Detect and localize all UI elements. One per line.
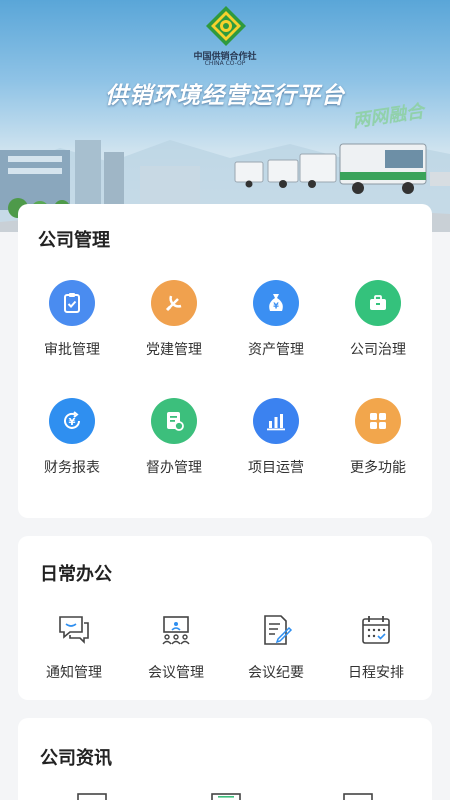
financial-reports-button[interactable]: ¥ 财务报表 (22, 398, 122, 477)
yuan-refresh-icon: ¥ (49, 398, 95, 444)
tile-label: 党建管理 (146, 342, 202, 358)
supervise-document-icon (151, 398, 197, 444)
project-operations-button[interactable]: 项目运营 (226, 398, 326, 477)
tile-label: 通知管理 (46, 665, 102, 681)
daily-office-card: 日常办公 通知管理 会议管理 会议纪要 日程安排 (18, 536, 432, 700)
money-bag-icon: ¥ (253, 280, 299, 326)
grid-more-icon (355, 398, 401, 444)
supervision-management-button[interactable]: 督办管理 (124, 398, 224, 477)
tile-label: 更多功能 (350, 460, 406, 476)
tile-label: 会议纪要 (248, 665, 304, 681)
tile-label: 资产管理 (248, 342, 304, 358)
more-functions-button[interactable]: 更多功能 (328, 398, 428, 477)
section-title: 公司资讯 (40, 748, 112, 769)
meeting-board-icon (162, 616, 190, 645)
tile-label: 项目运营 (248, 460, 304, 476)
tile-label: 督办管理 (146, 460, 202, 476)
news-item-icon[interactable] (74, 790, 110, 800)
company-management-card: 公司管理 审批管理 党建管理 ¥ 资产管理 公司治理 ¥ 财务报表 督办管理 项… (18, 204, 432, 518)
corporate-governance-button[interactable]: 公司治理 (328, 280, 428, 359)
tile-label: 日程安排 (348, 665, 404, 681)
svg-text:¥: ¥ (273, 302, 279, 311)
tile-label: 财务报表 (44, 460, 100, 476)
org-name-en: CHINA CO-OP (204, 60, 246, 67)
tile-label: 会议管理 (148, 665, 204, 681)
svg-text:¥: ¥ (69, 417, 76, 428)
header-banner: 中国供销合作社 CHINA CO-OP 供销环境经营运行平台 两网融合 (0, 0, 450, 232)
tile-label: 公司治理 (350, 342, 406, 358)
minutes-edit-icon (264, 615, 293, 645)
briefcase-icon (355, 280, 401, 326)
news-item-icon[interactable] (340, 790, 376, 800)
china-coop-logo (206, 6, 246, 46)
bar-chart-icon (253, 398, 299, 444)
calendar-icon (362, 616, 390, 644)
section-title: 公司管理 (38, 230, 110, 251)
company-news-card: 公司资讯 (18, 718, 432, 800)
news-item-icon[interactable] (208, 790, 244, 800)
party-emblem-icon (151, 280, 197, 326)
notification-chat-icon (59, 616, 89, 644)
meeting-management-button[interactable]: 会议管理 (126, 612, 226, 682)
schedule-button[interactable]: 日程安排 (326, 612, 426, 682)
meeting-minutes-button[interactable]: 会议纪要 (226, 612, 326, 682)
party-building-button[interactable]: 党建管理 (124, 280, 224, 359)
section-title: 日常办公 (40, 564, 112, 585)
approval-management-button[interactable]: 审批管理 (22, 280, 122, 359)
approval-clipboard-icon (49, 280, 95, 326)
tile-label: 审批管理 (44, 342, 100, 358)
notice-management-button[interactable]: 通知管理 (24, 612, 124, 682)
asset-management-button[interactable]: ¥ 资产管理 (226, 280, 326, 359)
